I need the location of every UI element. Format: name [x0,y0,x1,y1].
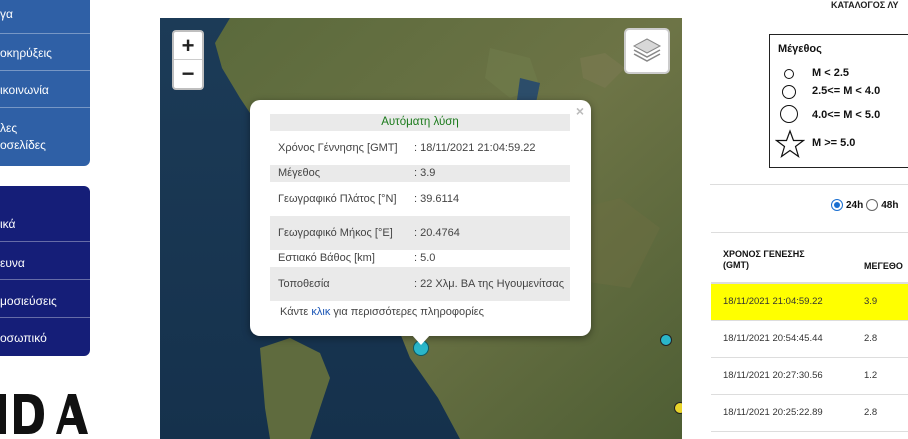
popup-value: : 20.4764 [414,226,460,239]
zoom-out-button[interactable]: − [174,60,202,88]
legend-label: M < 2.5 [812,67,849,79]
popup-row: Γεωγραφικό Μήκος [°E] : 20.4764 [270,216,570,250]
table-row[interactable]: 18/11/2021 20:25:22.89 2.8 [711,395,908,432]
earthquake-popup: × Αυτόματη λύση Χρόνος Γέννησης [GMT] : … [250,100,591,336]
popup-footer: Κάντε κλικ για περισσότερες πληροφορίες [280,306,484,318]
radio-24h-label: 24h [846,199,864,211]
table-row[interactable]: 18/11/2021 21:04:59.22 3.9 [711,284,908,321]
nav-item-label: οκηρύξεις [0,46,52,60]
earthquake-marker[interactable] [660,334,672,346]
nav-item-announcements[interactable]: οκηρύξεις [0,34,90,71]
cell-magnitude: 1.2 [864,370,878,381]
popup-details-table: Αυτόματη λύση Χρόνος Γέννησης [GMT] : 18… [270,114,570,301]
popup-footer-text: Κάντε [280,306,312,318]
nav-item-label: μοσιεύσεις [0,294,57,308]
more-info-link[interactable]: κλικ [311,306,330,318]
star-icon [775,129,805,158]
nav-item-label: ικοινωνία [0,83,49,97]
cell-time: 18/11/2021 21:04:59.22 [723,296,823,307]
cell-magnitude: 2.8 [864,407,878,418]
nav-item-publications[interactable]: μοσιεύσεις [0,280,90,318]
cell-magnitude: 2.8 [864,333,878,344]
popup-value: : 5.0 [414,252,436,264]
popup-key: Τοποθεσία [278,277,330,290]
nav-item-label: οσωπικό [0,331,47,345]
radio-48h-label: 48h [881,199,899,211]
nav-item-label: λες [0,121,18,135]
earthquake-catalog-table: ΧΡΟΝΟΣ ΓΕΝΕΣΗΣ (GMT) ΜΕΓΕΘΟ 18/11/2021 2… [711,232,908,432]
popup-value: : 39.6114 [414,192,460,205]
table-header: ΧΡΟΝΟΣ ΓΕΝΕΣΗΣ (GMT) ΜΕΓΕΘΟ [711,232,908,284]
popup-row: Μέγεθος : 3.9 [270,165,570,182]
nav-item[interactable]: γα [0,0,90,34]
zoom-control: + − [172,30,204,90]
popup-key: Μέγεθος [278,167,321,179]
popup-key: Γεωγραφικό Μήκος [°E] [278,226,393,239]
popup-value: : 3.9 [414,167,436,179]
map-view[interactable]: + − × Αυτόματη λύση Χρόνος Γέννησης [GMT… [160,18,682,439]
page: γα οκηρύξεις ικοινωνία λες οσελίδες ικά … [0,0,908,439]
popup-value: : 18/11/2021 21:04:59.22 [414,141,536,154]
popup-row: Χρόνος Γέννησης [GMT] : 18/11/2021 21:04… [270,131,570,165]
popup-key: Χρόνος Γέννησης [GMT] [278,141,398,154]
popup-key: Γεωγραφικό Πλάτος [°N] [278,192,397,205]
nav-item-general[interactable]: ικά [0,186,90,242]
secondary-nav: ικά ευνα μοσιεύσεις οσωπικό [0,186,90,356]
nav-item-staff[interactable]: οσωπικό [0,318,90,356]
layers-button[interactable] [624,28,670,74]
primary-nav: γα οκηρύξεις ικοινωνία λες οσελίδες [0,0,90,166]
nav-item-label: οσελίδες [0,138,46,152]
legend-label: M >= 5.0 [812,137,856,149]
cell-time: 18/11/2021 20:25:22.89 [723,407,823,418]
large-circle-icon [780,105,798,123]
earthquake-marker[interactable] [674,402,682,414]
popup-tip [411,334,431,345]
institute-logo [0,388,90,439]
nav-item-label: ικά [0,217,16,231]
legend-label: 2.5<= M < 4.0 [812,85,881,97]
popup-key: Εστιακό Βάθος [km] [278,252,375,264]
cell-time: 18/11/2021 20:27:30.56 [723,370,823,381]
cell-magnitude: 3.9 [864,296,878,307]
column-header-magnitude[interactable]: ΜΕΓΕΘΟ [864,261,903,271]
layers-icon [632,38,662,62]
table-row[interactable]: 18/11/2021 20:27:30.56 1.2 [711,358,908,395]
catalog-title: ΚΑΤΑΛΟΓΟΣ ΛΥ [831,0,899,10]
medium-circle-icon [782,85,796,99]
popup-value: : 22 Χλμ. ΒΑ της Ηγουμενίτσας [414,277,565,290]
divider [710,184,908,185]
magnitude-legend: Μέγεθος M < 2.5 2.5<= M < 4.0 4.0<= M < … [769,34,908,168]
zoom-in-button[interactable]: + [174,32,202,60]
radio-48h[interactable] [866,199,879,211]
close-popup-button[interactable]: × [576,103,584,119]
popup-footer-text: για περισσότερες πληροφορίες [330,306,484,318]
popup-heading: Αυτόματη λύση [270,114,570,131]
table-row[interactable]: 18/11/2021 20:54:45.44 2.8 [711,321,908,358]
cell-time: 18/11/2021 20:54:45.44 [723,333,823,344]
popup-row: Γεωγραφικό Πλάτος [°N] : 39.6114 [270,182,570,216]
nav-item-other-pages[interactable]: λες οσελίδες [0,108,90,164]
popup-row: Εστιακό Βάθος [km] : 5.0 [270,250,570,267]
popup-row: Τοποθεσία : 22 Χλμ. ΒΑ της Ηγουμενίτσας [270,267,570,301]
column-header-origin-time[interactable]: ΧΡΟΝΟΣ ΓΕΝΕΣΗΣ (GMT) [723,249,833,271]
time-window-filter: 24h 48h [831,199,898,211]
nav-item-contact[interactable]: ικοινωνία [0,71,90,108]
small-circle-icon [784,69,794,79]
legend-label: 4.0<= M < 5.0 [812,109,881,121]
nav-item-label: γα [0,7,13,21]
nav-item-research[interactable]: ευνα [0,242,90,280]
nav-item-label: ευνα [0,256,25,270]
legend-title: Μέγεθος [778,43,822,55]
radio-24h[interactable] [831,199,843,211]
